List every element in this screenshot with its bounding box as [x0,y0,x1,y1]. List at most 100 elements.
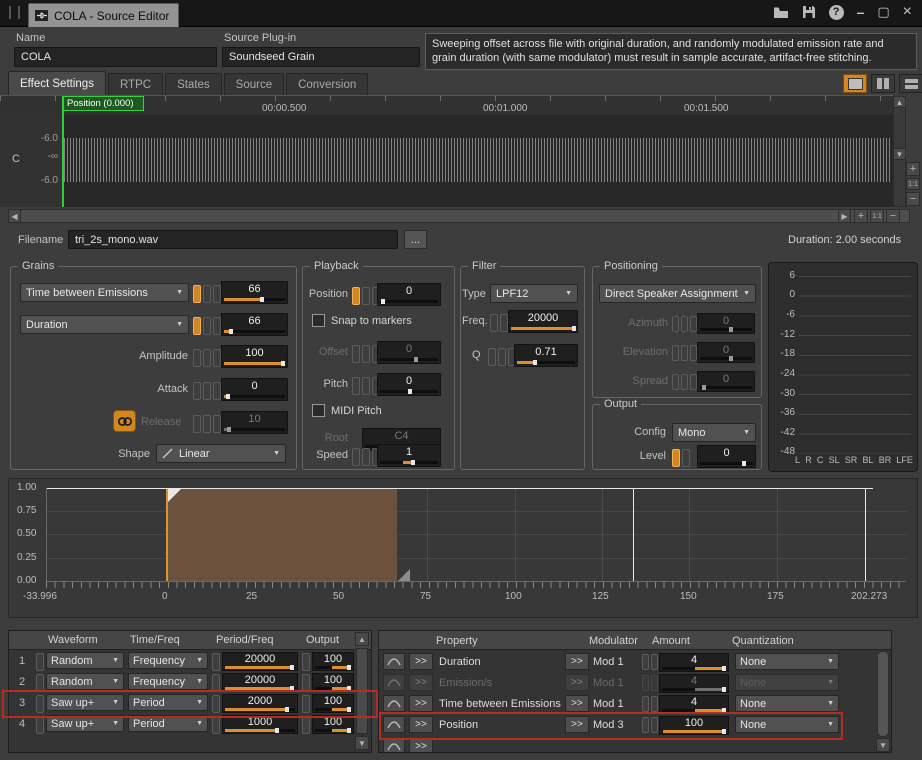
mod-indicator-icon[interactable] [36,695,44,713]
waveform-select[interactable]: Random▼ [46,652,124,669]
minimize-icon[interactable]: – [857,7,865,17]
mod-indicator-icon[interactable] [36,674,44,692]
amount-value-slider[interactable]: 100 [659,716,729,735]
mod-indicator-icon[interactable] [681,374,688,390]
grain-selection-region[interactable] [166,488,397,581]
mod-indicator-icon[interactable] [213,285,221,303]
column-header-modulator[interactable]: Modulator [589,635,638,647]
mod-indicator-icon[interactable] [642,675,649,691]
quantization-select[interactable]: None▼ [735,674,839,691]
offset-value-slider[interactable]: 0 [377,341,441,364]
scroll-right-icon[interactable]: ▶ [838,209,851,223]
pitch-value-slider[interactable]: 0 [377,373,441,396]
assign-modulator-button[interactable]: >> [565,695,589,712]
column-header-property[interactable]: Property [436,635,478,647]
maximize-icon[interactable]: ▢ [877,4,889,20]
source-plugin-field[interactable]: Soundseed Grain [222,47,420,67]
tab-source[interactable]: Source [224,73,284,95]
help-icon[interactable]: ? [829,5,844,20]
mod-indicator-icon[interactable] [488,348,496,366]
assign-source-button[interactable]: >> [409,674,433,691]
name-input[interactable]: COLA [14,47,217,67]
mod-indicator-icon[interactable] [690,345,697,361]
link-attack-release-button[interactable] [113,410,136,432]
midi-pitch-checkbox[interactable]: MIDI Pitch [312,404,382,417]
param2-value-slider[interactable]: 66 [221,313,288,336]
mod-table-vscrollbar[interactable] [877,651,889,737]
mod-indicator-icon[interactable] [362,448,370,466]
zoom-fit-vertical-icon[interactable]: 1:1 [906,178,920,190]
browse-button[interactable]: ... [404,230,427,249]
mod-indicator-icon[interactable] [681,345,688,361]
waveform-select[interactable]: Saw up+▼ [46,715,124,732]
timefreq-select[interactable]: Period▼ [128,694,208,711]
mod-indicator-icon[interactable] [193,415,201,433]
mod-indicator-icon[interactable] [672,374,679,390]
drag-handle-icon[interactable] [9,6,20,19]
table-scroll-down-icon[interactable]: ▼ [355,736,369,750]
scroll-left-icon[interactable]: ◀ [8,209,21,223]
envelope-marker[interactable] [633,488,634,581]
table-scroll-up-icon[interactable]: ▲ [355,632,369,646]
column-header-waveform[interactable]: Waveform [48,634,98,646]
open-folder-icon[interactable] [773,6,789,19]
mod-indicator-icon[interactable] [672,449,680,467]
azimuth-value-slider[interactable]: 0 [697,313,755,334]
mod-indicator-icon[interactable] [672,345,679,361]
mod-indicator-icon[interactable] [362,345,370,363]
document-tab[interactable]: COLA - Source Editor [28,3,179,27]
mod-indicator-icon[interactable] [362,377,370,395]
mod-indicator-icon[interactable] [203,285,211,303]
mod-indicator-icon[interactable] [203,415,211,433]
assign-source-button[interactable]: >> [409,695,433,712]
curve-button[interactable] [383,738,405,753]
amount-value-slider[interactable]: 4 [659,653,729,672]
output-value-slider[interactable]: 100 [312,673,354,692]
grain-param1-select[interactable]: Time between Emissions▼ [20,283,189,302]
playhead[interactable] [62,96,64,207]
mod-indicator-icon[interactable] [193,349,201,367]
assign-modulator-button[interactable]: >> [565,653,589,670]
waveform-hscrollbar[interactable] [8,209,910,223]
notes-field[interactable]: Sweeping offset across file with origina… [425,33,917,70]
column-header-quantization[interactable]: Quantization [732,635,794,647]
layout-vertical-split-icon[interactable] [871,74,895,93]
waveform-select[interactable]: Saw up+▼ [46,694,124,711]
curve-button[interactable] [383,674,405,691]
positioning-mode-select[interactable]: Direct Speaker Assignment▼ [599,284,756,303]
tab-rtpc[interactable]: RTPC [108,73,163,95]
output-value-slider[interactable]: 100 [312,694,354,713]
mod-indicator-icon[interactable] [193,285,201,303]
timefreq-select[interactable]: Frequency▼ [128,673,208,690]
shape-select[interactable]: Linear▼ [156,444,286,463]
zoom-in-vertical-icon[interactable]: + [906,162,920,176]
mod-indicator-icon[interactable] [213,317,221,335]
mod-indicator-icon[interactable] [642,654,649,670]
output-value-slider[interactable]: 100 [312,652,354,671]
assign-source-button[interactable]: >> [409,716,433,733]
curve-button[interactable] [383,653,405,670]
filter-type-select[interactable]: LPF12▼ [490,284,578,303]
mod-indicator-icon[interactable] [352,377,360,395]
scroll-down-icon[interactable]: ▼ [893,148,906,160]
mod-indicator-icon[interactable] [193,382,201,400]
layout-single-icon[interactable] [843,74,867,93]
table-scroll-down-icon[interactable]: ▼ [876,738,890,752]
mod-indicator-icon[interactable] [490,314,498,332]
elevation-value-slider[interactable]: 0 [697,342,755,363]
mod-indicator-icon[interactable] [651,696,658,712]
mod-indicator-icon[interactable] [682,449,690,467]
period-value-slider[interactable]: 20000 [222,652,298,671]
mod-indicator-icon[interactable] [302,653,310,671]
position-cursor-badge[interactable]: Position (0.000) [63,96,144,111]
table-vscrollbar[interactable] [356,648,368,734]
amplitude-value-slider[interactable]: 100 [221,345,288,368]
attack-value-slider[interactable]: 0 [221,378,288,401]
release-value-slider[interactable]: 10 [221,411,288,434]
mod-indicator-icon[interactable] [651,675,658,691]
scroll-up-icon[interactable]: ▲ [893,96,906,108]
snap-to-markers-checkbox[interactable]: Snap to markers [312,314,412,327]
assign-source-button[interactable]: >> [409,738,433,753]
timefreq-select[interactable]: Frequency▼ [128,652,208,669]
amount-value-slider[interactable]: 4 [659,674,729,693]
